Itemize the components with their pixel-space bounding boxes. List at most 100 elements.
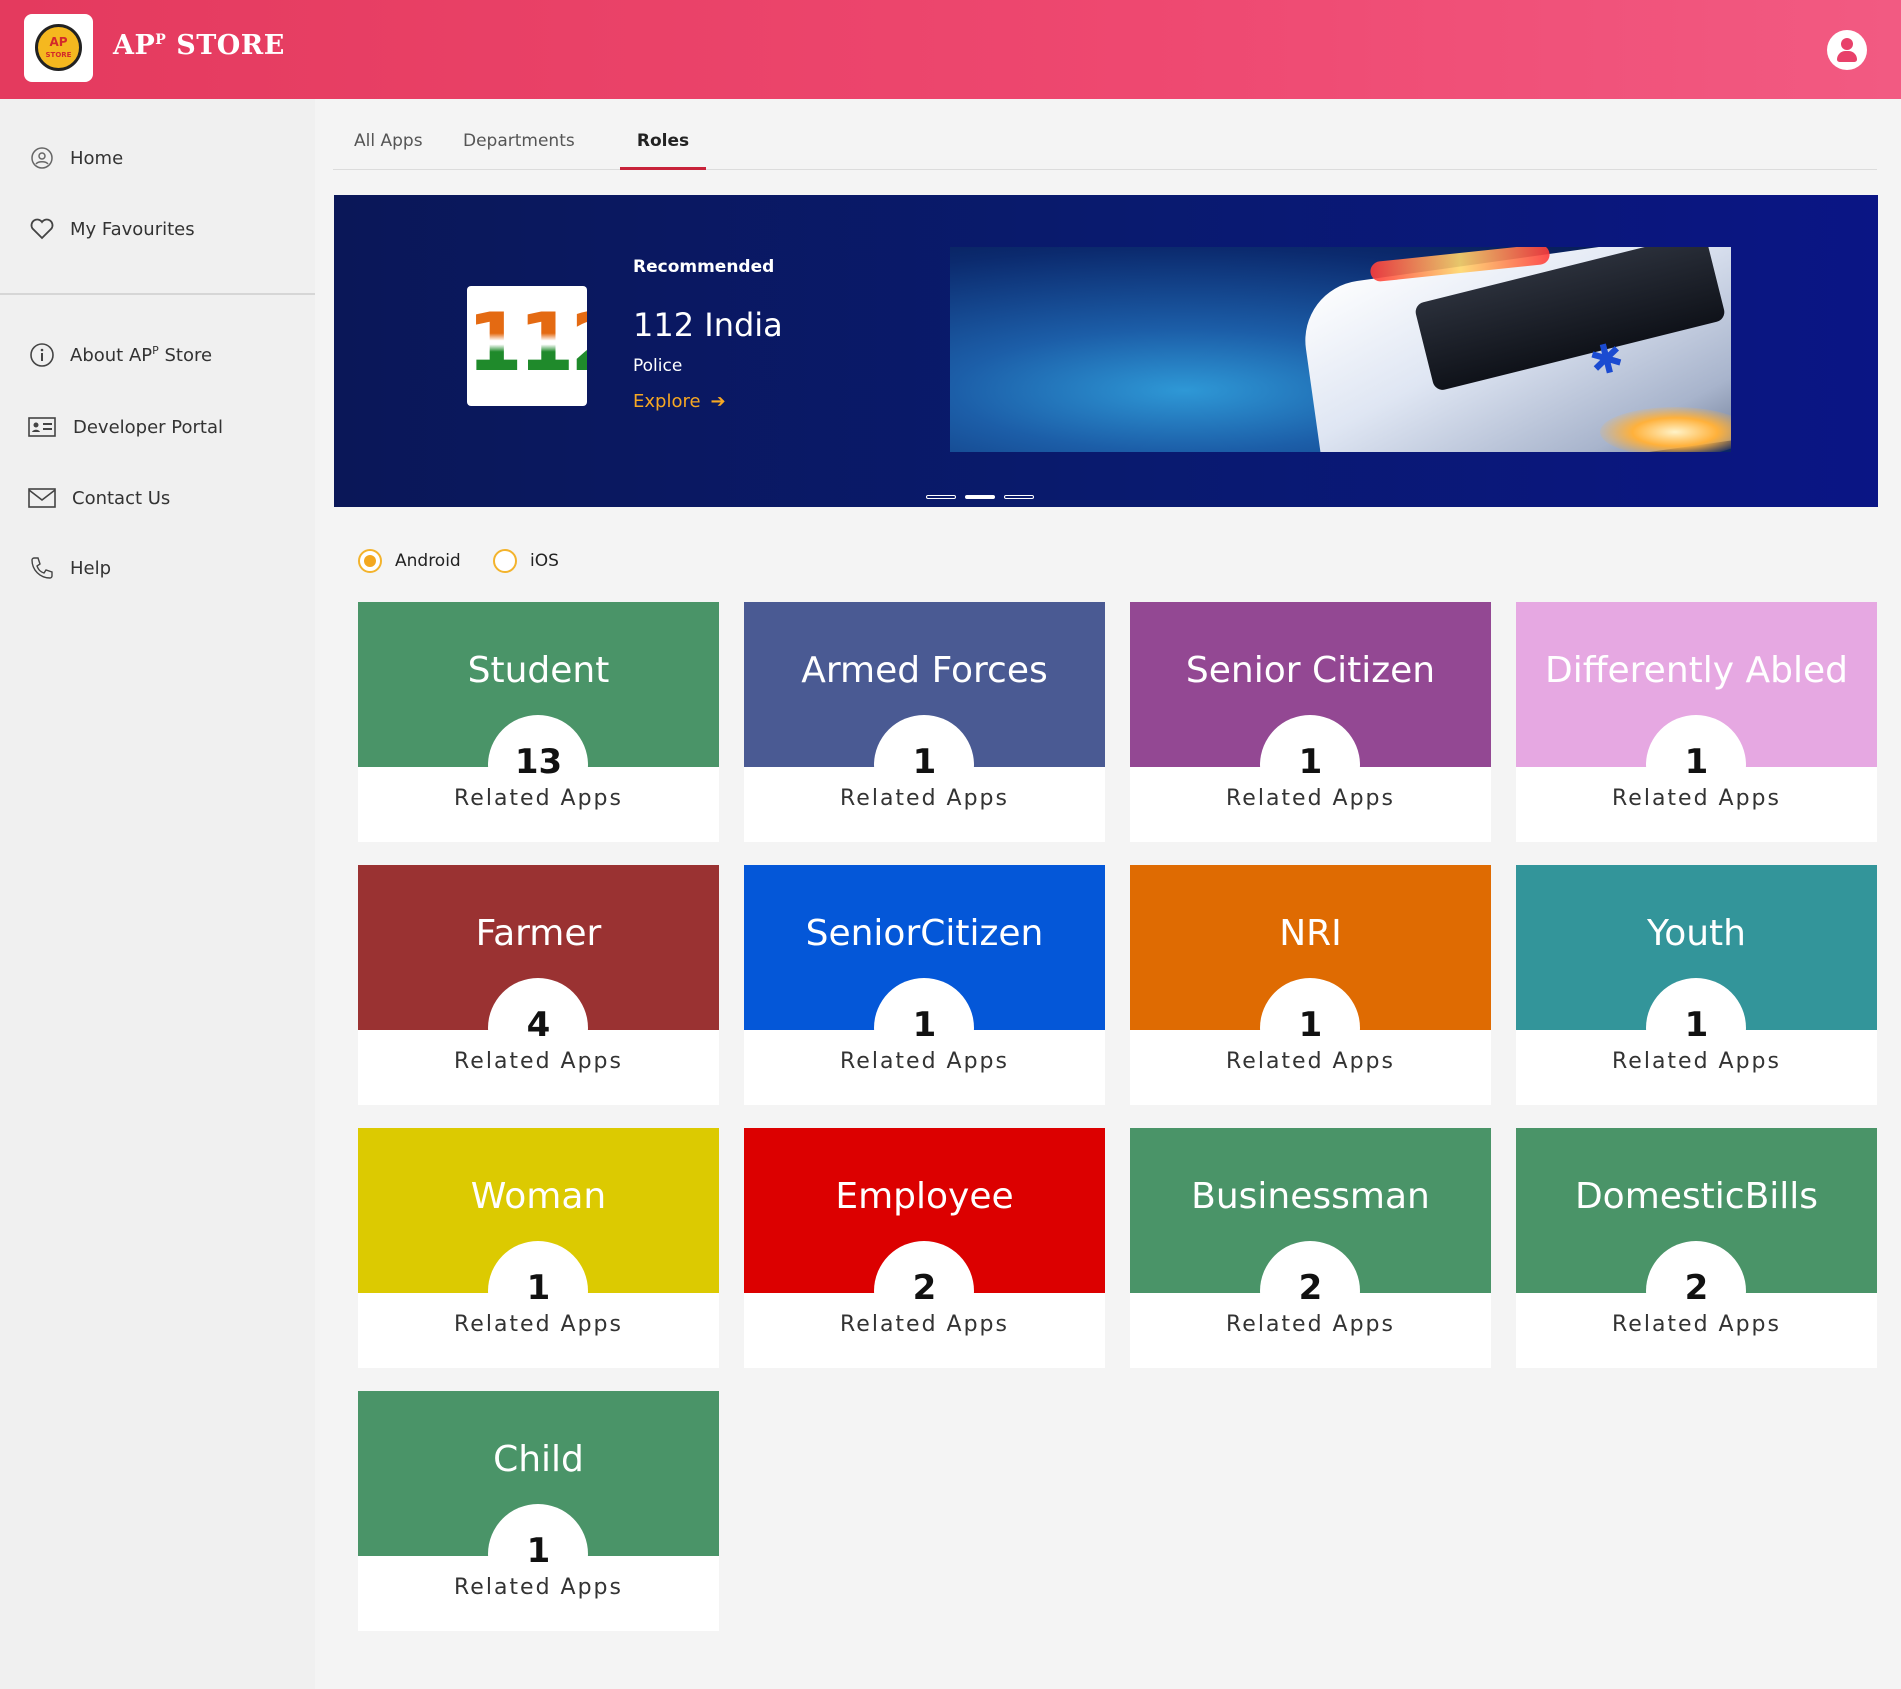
related-apps-count: 4 bbox=[526, 1005, 551, 1045]
related-apps-label: Related Apps bbox=[840, 1049, 1009, 1074]
role-name: Businessman bbox=[1191, 1176, 1430, 1217]
sidebar-item-help[interactable]: Help bbox=[28, 553, 111, 583]
related-apps-label: Related Apps bbox=[1612, 1312, 1781, 1337]
role-name: Woman bbox=[470, 1176, 607, 1217]
related-apps-label: Related Apps bbox=[1612, 1049, 1781, 1074]
sidebar-item-favourites[interactable]: My Favourites bbox=[28, 214, 195, 244]
role-name: Armed Forces bbox=[801, 650, 1048, 691]
banner-app-logo[interactable]: 112 bbox=[467, 286, 587, 406]
related-apps-label: Related Apps bbox=[1226, 1049, 1395, 1074]
brand-sup: P bbox=[155, 32, 167, 48]
role-name: Senior Citizen bbox=[1185, 650, 1436, 691]
sidebar-item-label: My Favourites bbox=[70, 218, 195, 240]
radio-android-circle bbox=[358, 549, 382, 573]
related-apps-label: Related Apps bbox=[840, 1312, 1009, 1337]
brand-title: APP STORE bbox=[113, 30, 285, 61]
radio-android[interactable]: Android bbox=[358, 549, 461, 573]
main-content: All Apps Departments Roles 112 Recommend… bbox=[315, 99, 1901, 1689]
about-suffix: Store bbox=[158, 345, 213, 366]
radio-ios-label: iOS bbox=[530, 551, 559, 571]
brand-suffix: STORE bbox=[166, 30, 285, 61]
related-apps-label: Related Apps bbox=[454, 1312, 623, 1337]
related-apps-label: Related Apps bbox=[840, 786, 1009, 811]
banner-subtitle: Police bbox=[633, 356, 683, 376]
sidebar-item-label: Help bbox=[70, 557, 112, 579]
sidebar-item-label: Home bbox=[70, 147, 124, 169]
role-name: SeniorCitizen bbox=[805, 913, 1044, 954]
related-apps-count: 1 bbox=[912, 742, 937, 782]
brand-prefix: AP bbox=[113, 30, 156, 61]
sidebar-item-developer-portal[interactable]: Developer Portal bbox=[28, 412, 223, 442]
role-card[interactable]: NRI 1 Related Apps bbox=[1130, 865, 1491, 1105]
radio-ios[interactable]: iOS bbox=[493, 549, 559, 573]
role-name: Farmer bbox=[475, 913, 602, 954]
arrow-right-icon: ➔ bbox=[710, 391, 726, 412]
id-card-icon bbox=[28, 413, 56, 441]
related-apps-count: 1 bbox=[1684, 742, 1709, 782]
phone-icon bbox=[28, 554, 56, 582]
info-icon bbox=[28, 341, 56, 369]
sidebar-item-about[interactable]: About APP Store bbox=[28, 340, 212, 370]
related-apps-count: 1 bbox=[526, 1268, 551, 1308]
related-apps-label: Related Apps bbox=[454, 1049, 623, 1074]
banner-logo-text: 112 bbox=[467, 296, 587, 389]
banner-title: 112 India bbox=[633, 306, 783, 344]
radio-android-label: Android bbox=[395, 551, 461, 571]
role-card[interactable]: Businessman 2 Related Apps bbox=[1130, 1128, 1491, 1368]
role-card[interactable]: Woman 1 Related Apps bbox=[358, 1128, 719, 1368]
tab-roles[interactable]: Roles bbox=[620, 131, 706, 151]
tab-bar: All Apps Departments Roles bbox=[333, 123, 1877, 170]
role-name: Differently Abled bbox=[1545, 650, 1848, 691]
related-apps-count: 2 bbox=[1684, 1268, 1709, 1308]
related-apps-count: 1 bbox=[1298, 1005, 1323, 1045]
sidebar-divider bbox=[0, 293, 315, 295]
sidebar-item-label: About APP Store bbox=[70, 344, 212, 366]
role-card[interactable]: Employee 2 Related Apps bbox=[744, 1128, 1105, 1368]
role-name: DomesticBills bbox=[1574, 1176, 1819, 1217]
user-icon-head bbox=[1841, 38, 1853, 50]
role-card[interactable]: SeniorCitizen 1 Related Apps bbox=[744, 865, 1105, 1105]
logo-text-ap: AP bbox=[49, 35, 68, 49]
related-apps-label: Related Apps bbox=[454, 786, 623, 811]
related-apps-count: 13 bbox=[514, 742, 563, 782]
tab-departments[interactable]: Departments bbox=[463, 131, 575, 151]
user-icon-body bbox=[1837, 51, 1857, 62]
carousel-dot-2[interactable] bbox=[965, 495, 995, 499]
related-apps-label: Related Apps bbox=[454, 1575, 623, 1600]
sidebar-item-label: Developer Portal bbox=[73, 416, 224, 438]
role-name: Youth bbox=[1647, 913, 1746, 954]
logo-badge: AP STORE bbox=[35, 24, 82, 71]
role-name: NRI bbox=[1279, 913, 1342, 954]
role-card[interactable]: Student 13 Related Apps bbox=[358, 602, 719, 842]
role-card[interactable]: Child 1 Related Apps bbox=[358, 1391, 719, 1631]
top-header: AP STORE APP STORE bbox=[0, 0, 1901, 99]
home-icon bbox=[28, 144, 56, 172]
sidebar: Home My Favourites About APP Store Devel… bbox=[0, 99, 315, 1689]
role-card[interactable]: Armed Forces 1 Related Apps bbox=[744, 602, 1105, 842]
mail-icon bbox=[28, 484, 56, 512]
carousel-dot-1[interactable] bbox=[926, 495, 956, 499]
user-profile-button[interactable] bbox=[1827, 30, 1867, 70]
role-card[interactable]: Youth 1 Related Apps bbox=[1516, 865, 1877, 1105]
role-name: Student bbox=[467, 650, 610, 691]
banner-tag: Recommended bbox=[633, 257, 775, 277]
role-card[interactable]: Differently Abled 1 Related Apps bbox=[1516, 602, 1877, 842]
explore-label: Explore bbox=[633, 391, 701, 412]
related-apps-count: 2 bbox=[912, 1268, 937, 1308]
sidebar-item-home[interactable]: Home bbox=[28, 143, 123, 173]
tab-all-apps[interactable]: All Apps bbox=[354, 131, 423, 151]
related-apps-label: Related Apps bbox=[1226, 786, 1395, 811]
explore-link[interactable]: Explore ➔ bbox=[633, 391, 726, 412]
related-apps-count: 2 bbox=[1298, 1268, 1323, 1308]
heart-icon bbox=[28, 215, 56, 243]
recommended-banner: 112 Recommended 112 India Police Explore… bbox=[334, 195, 1878, 507]
carousel-dot-3[interactable] bbox=[1004, 495, 1034, 499]
related-apps-label: Related Apps bbox=[1226, 1312, 1395, 1337]
sidebar-item-contact[interactable]: Contact Us bbox=[28, 483, 170, 513]
related-apps-count: 1 bbox=[1298, 742, 1323, 782]
role-card[interactable]: Senior Citizen 1 Related Apps bbox=[1130, 602, 1491, 842]
active-tab-indicator bbox=[620, 167, 706, 170]
app-logo[interactable]: AP STORE bbox=[24, 14, 93, 82]
role-card[interactable]: DomesticBills 2 Related Apps bbox=[1516, 1128, 1877, 1368]
role-card[interactable]: Farmer 4 Related Apps bbox=[358, 865, 719, 1105]
